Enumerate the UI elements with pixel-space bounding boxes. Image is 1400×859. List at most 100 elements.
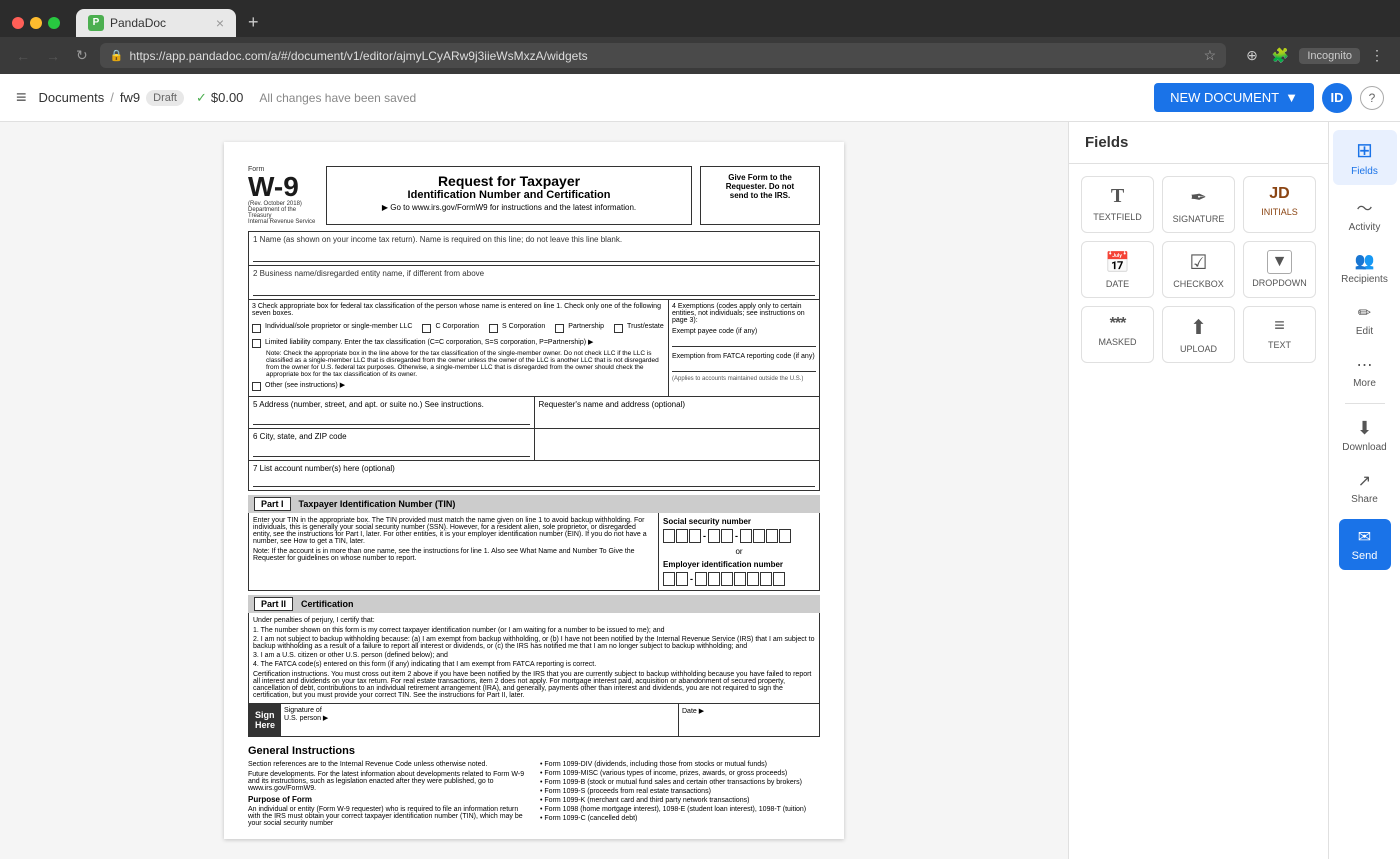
field-item-upload[interactable]: ⬆ UPLOAD	[1162, 306, 1235, 363]
upload-label: UPLOAD	[1180, 344, 1217, 354]
document-page: Form W-9 (Rev. October 2018) Department …	[224, 142, 844, 839]
panel-share[interactable]: ↗ Share	[1333, 463, 1397, 513]
tab-close-icon[interactable]: ×	[216, 15, 224, 31]
browser-chrome: P PandaDoc × + ← → ↻ 🔒 https://app.panda…	[0, 0, 1400, 74]
field-item-text[interactable]: ≡ TEXT	[1243, 306, 1316, 363]
ssn-box8[interactable]	[766, 529, 778, 543]
forward-button[interactable]: →	[42, 46, 64, 66]
field2-input[interactable]	[253, 286, 815, 296]
field5-input[interactable]	[253, 415, 530, 425]
ein-box2[interactable]	[676, 572, 688, 586]
cb-scorp-box[interactable]	[489, 324, 498, 333]
field-item-checkbox[interactable]: ☑ CHECKBOX	[1162, 241, 1235, 298]
date-icon: 📅	[1105, 250, 1130, 275]
field-item-dropdown[interactable]: ▼ DROPDOWN	[1243, 241, 1316, 298]
breadcrumb-documents[interactable]: Documents	[39, 90, 105, 105]
cb-llc-box[interactable]	[252, 339, 261, 348]
window-controls	[12, 17, 60, 29]
field-item-textfield[interactable]: T TEXTFIELD	[1081, 176, 1154, 233]
panel-edit[interactable]: ✏ Edit	[1333, 295, 1397, 345]
ssn-box7[interactable]	[753, 529, 765, 543]
ein-box9[interactable]	[773, 572, 785, 586]
ein-box5[interactable]	[721, 572, 733, 586]
bookmark-icon[interactable]: ☆	[1204, 47, 1217, 64]
part1-roman: Part I	[254, 497, 291, 511]
sign-sig-area[interactable]: Signature of U.S. person ▶	[281, 704, 679, 736]
back-button[interactable]: ←	[12, 46, 34, 66]
extensions-icon[interactable]: 🧩	[1268, 45, 1293, 66]
requester-address-cell	[535, 429, 820, 460]
textfield-icon: T	[1111, 185, 1124, 208]
close-dot[interactable]	[12, 17, 24, 29]
field6-input[interactable]	[253, 447, 530, 457]
sign-date-area[interactable]: Date ▶	[679, 704, 819, 736]
ein-box7[interactable]	[747, 572, 759, 586]
field-item-initials[interactable]: JD INITIALS	[1243, 176, 1316, 233]
field-item-date[interactable]: 📅 DATE	[1081, 241, 1154, 298]
hamburger-menu-icon[interactable]: ≡	[16, 87, 27, 108]
section3-left: 3 Check appropriate box for federal tax …	[249, 300, 669, 396]
field-item-signature[interactable]: ✒ SIGNATURE	[1162, 176, 1235, 233]
part2-content: Under penalties of perjury, I certify th…	[248, 613, 820, 704]
ein-box8[interactable]	[760, 572, 772, 586]
user-avatar[interactable]: ID	[1322, 83, 1352, 113]
menu-icon[interactable]: ⋮	[1366, 45, 1388, 66]
minimize-dot[interactable]	[30, 17, 42, 29]
initials-icon: JD	[1269, 185, 1289, 203]
panel-more[interactable]: ⋯ More	[1333, 347, 1397, 397]
maximize-dot[interactable]	[48, 17, 60, 29]
cert-intro: Under penalties of perjury, I certify th…	[253, 617, 815, 624]
ein-box1[interactable]	[663, 572, 675, 586]
ssn-box1[interactable]	[663, 529, 675, 543]
text-icon: ≡	[1274, 315, 1285, 336]
panel-fields[interactable]: ⊞ Fields	[1333, 130, 1397, 185]
ssn-box3[interactable]	[689, 529, 701, 543]
incognito-badge: Incognito	[1299, 48, 1360, 64]
send-button[interactable]: ✉ Send	[1339, 519, 1391, 570]
send-label: Send	[1352, 550, 1378, 562]
ssn-box9[interactable]	[779, 529, 791, 543]
gi-right-item-3: • Form 1099-S (proceeds from real estate…	[540, 788, 820, 795]
panel-activity[interactable]: 〜 Activity	[1333, 187, 1397, 241]
gi-right-col: • Form 1099-DIV (dividends, including th…	[540, 761, 820, 827]
exempt-payee-field[interactable]	[672, 337, 816, 347]
ssn-box2[interactable]	[676, 529, 688, 543]
new-tab-button[interactable]: +	[240, 8, 267, 37]
url-bar[interactable]: 🔒 https://app.pandadoc.com/a/#/document/…	[100, 43, 1226, 68]
document-name[interactable]: fw9	[120, 90, 140, 105]
field-item-masked[interactable]: *** MASKED	[1081, 306, 1154, 363]
purpose-text: An individual or entity (Form W-9 reques…	[248, 806, 528, 827]
part2-block: Part II Certification Under penalties of…	[248, 595, 820, 704]
cb-trust-box[interactable]	[614, 324, 623, 333]
form-title-line1: Request for Taxpayer	[333, 173, 685, 189]
form-title-line2: Identification Number and Certification	[333, 189, 685, 201]
ein-box6[interactable]	[734, 572, 746, 586]
panel-recipients[interactable]: 👥 Recipients	[1333, 243, 1397, 293]
panel-download[interactable]: ⬇ Download	[1333, 410, 1397, 461]
field1-input[interactable]	[253, 252, 815, 262]
cb-individual-label: Individual/sole proprietor or single-mem…	[265, 323, 412, 330]
active-tab[interactable]: P PandaDoc ×	[76, 9, 236, 37]
help-button[interactable]: ?	[1360, 86, 1384, 110]
cb-other-box[interactable]	[252, 382, 261, 391]
ein-box3[interactable]	[695, 572, 707, 586]
refresh-button[interactable]: ↻	[72, 45, 92, 66]
or-text: or	[663, 547, 815, 556]
cb-individual-box[interactable]	[252, 324, 261, 333]
cb-partnership-box[interactable]	[555, 324, 564, 333]
sign-here-label: Sign Here	[249, 704, 281, 736]
part1-header: Part I Taxpayer Identification Number (T…	[248, 495, 820, 513]
field7-input[interactable]	[253, 477, 815, 487]
ssn-box4[interactable]	[708, 529, 720, 543]
part1-content: Enter your TIN in the appropriate box. T…	[248, 513, 820, 591]
requester-cell: Requester's name and address (optional)	[535, 397, 820, 428]
ein-box4[interactable]	[708, 572, 720, 586]
gi-right-item-6: • Form 1099-C (cancelled debt)	[540, 815, 820, 822]
search-icon[interactable]: ⊕	[1242, 45, 1262, 66]
cb-ccorp-box[interactable]	[422, 324, 431, 333]
ssn-box5[interactable]	[721, 529, 733, 543]
field2-label: 2 Business name/disregarded entity name,…	[253, 269, 815, 278]
ssn-box6[interactable]	[740, 529, 752, 543]
new-document-button[interactable]: NEW DOCUMENT ▼	[1154, 83, 1314, 112]
fatca-exempt-field[interactable]	[672, 362, 816, 372]
